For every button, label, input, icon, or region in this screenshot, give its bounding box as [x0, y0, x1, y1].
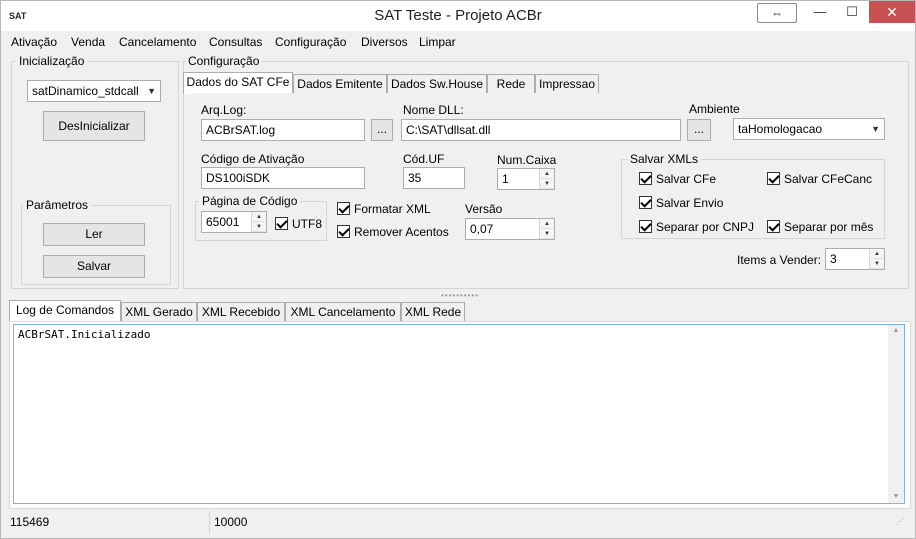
separar-cnpj-checkbox[interactable]: Separar por CNPJ: [639, 219, 754, 235]
checkbox-checked-icon: [275, 217, 288, 230]
checkbox-checked-icon: [767, 220, 780, 233]
pagina-codigo-label: Página de Código: [199, 194, 301, 208]
arq-log-input[interactable]: [201, 119, 365, 141]
formatar-xml-checkbox[interactable]: Formatar XML: [337, 201, 431, 217]
spin-up-icon[interactable]: ▲: [252, 212, 266, 222]
close-button[interactable]: ✕: [869, 1, 915, 23]
checkbox-checked-icon: [337, 202, 350, 215]
versao-label: Versão: [465, 202, 503, 216]
menu-cancelamento[interactable]: Cancelamento: [117, 32, 198, 52]
minimize-button[interactable]: —: [805, 1, 835, 23]
codigo-ativacao-label: Código de Ativação: [201, 152, 305, 166]
log-scrollbar[interactable]: ▲ ▼: [888, 325, 904, 503]
inicializacao-label: Inicialização: [16, 54, 88, 68]
checkbox-checked-icon: [639, 196, 652, 209]
spin-buttons[interactable]: ▲ ▼: [869, 249, 884, 269]
maximize-button[interactable]: ☐: [837, 1, 867, 23]
tab-xml-cancelamento[interactable]: XML Cancelamento: [285, 302, 401, 322]
separar-mes-checkbox[interactable]: Separar por mês: [767, 219, 873, 235]
configuracao-label: Configuração: [185, 54, 263, 68]
salvar-button[interactable]: Salvar: [43, 255, 145, 278]
checkbox-checked-icon: [767, 172, 780, 185]
tab-xml-rede[interactable]: XML Rede: [401, 302, 465, 322]
status-bar: 115469 10000 ⋰: [8, 511, 910, 533]
main-window: SAT SAT Teste - Projeto ACBr ⇔ — ☐ ✕ Ati…: [0, 0, 916, 539]
spin-down-icon[interactable]: ▼: [540, 229, 554, 239]
sat-model-combo[interactable]: satDinamico_stdcall ▼: [27, 80, 161, 102]
parametros-label: Parâmetros: [23, 198, 92, 212]
tab-log-comandos[interactable]: Log de Comandos: [9, 300, 121, 322]
nome-dll-input[interactable]: [401, 119, 681, 141]
checkbox-checked-icon: [639, 172, 652, 185]
sat-model-value: satDinamico_stdcall: [32, 84, 139, 98]
menu-venda[interactable]: Venda: [69, 32, 107, 52]
spin-down-icon[interactable]: ▼: [252, 222, 266, 232]
log-memo[interactable]: ACBrSAT.Inicializado: [13, 324, 905, 504]
ambiente-value: taHomologacao: [738, 122, 823, 136]
tab-impressao[interactable]: Impressao: [535, 74, 599, 94]
versao-spinner[interactable]: 0,07 ▲ ▼: [465, 218, 555, 240]
pagina-codigo-spinner[interactable]: 65001 ▲ ▼: [201, 211, 267, 233]
num-caixa-spinner[interactable]: 1 ▲ ▼: [497, 168, 555, 190]
ambiente-combo[interactable]: taHomologacao ▼: [733, 118, 885, 140]
menu-bar: Ativação Venda Cancelamento Consultas Co…: [9, 32, 909, 52]
desinicializar-button[interactable]: DesInicializar: [43, 111, 145, 141]
restore-icon[interactable]: ⇔: [757, 3, 797, 23]
pagina-codigo-value: 65001: [206, 215, 240, 229]
menu-limpar[interactable]: Limpar: [417, 32, 458, 52]
tab-xml-recebido[interactable]: XML Recebido: [197, 302, 285, 322]
cod-uf-input[interactable]: [403, 167, 465, 189]
num-caixa-label: Num.Caixa: [497, 153, 557, 167]
splitter-handle[interactable]: ••••••••••: [441, 292, 478, 300]
salvar-envio-checkbox[interactable]: Salvar Envio: [639, 195, 723, 211]
ambiente-label: Ambiente: [689, 102, 740, 116]
tab-xml-gerado[interactable]: XML Gerado: [121, 302, 197, 322]
codigo-ativacao-input[interactable]: [201, 167, 365, 189]
size-grip-icon[interactable]: ⋰: [896, 517, 904, 526]
chevron-down-icon: ▼: [147, 86, 156, 96]
items-vender-value: 3: [830, 252, 837, 266]
spin-buttons[interactable]: ▲ ▼: [251, 212, 266, 232]
menu-ativacao[interactable]: Ativação: [9, 32, 59, 52]
tab-dados-emitente[interactable]: Dados Emitente: [293, 74, 387, 94]
salvar-cfecanc-checkbox[interactable]: Salvar CFeCanc: [767, 171, 872, 187]
spin-up-icon[interactable]: ▲: [540, 169, 554, 179]
versao-value: 0,07: [470, 222, 494, 236]
arq-log-label: Arq.Log:: [201, 103, 247, 117]
utf8-checkbox[interactable]: UTF8: [275, 216, 322, 232]
log-text: ACBrSAT.Inicializado: [18, 328, 151, 341]
spin-up-icon[interactable]: ▲: [540, 219, 554, 229]
scroll-down-icon[interactable]: ▼: [888, 491, 904, 503]
spin-buttons[interactable]: ▲ ▼: [539, 169, 554, 189]
nome-dll-label: Nome DLL:: [403, 103, 464, 117]
status-cell-1: 115469: [10, 511, 210, 533]
salvar-xmls-label: Salvar XMLs: [627, 152, 702, 166]
items-vender-label: Items a Vender:: [737, 253, 822, 267]
tab-rede[interactable]: Rede: [487, 74, 535, 94]
salvar-cfe-checkbox[interactable]: Salvar CFe: [639, 171, 716, 187]
cod-uf-label: Cód.UF: [403, 152, 445, 166]
title-bar: SAT SAT Teste - Projeto ACBr ⇔ — ☐ ✕: [1, 1, 915, 31]
tab-dados-sat-cfe[interactable]: Dados do SAT CFe: [183, 72, 293, 94]
checkbox-checked-icon: [337, 225, 350, 238]
status-cell-2: 10000: [214, 515, 248, 529]
spin-down-icon[interactable]: ▼: [540, 179, 554, 189]
num-caixa-value: 1: [502, 172, 509, 186]
remover-acentos-checkbox[interactable]: Remover Acentos: [337, 224, 449, 240]
menu-diversos[interactable]: Diversos: [359, 32, 410, 52]
items-vender-spinner[interactable]: 3 ▲ ▼: [825, 248, 885, 270]
menu-consultas[interactable]: Consultas: [207, 32, 264, 52]
arq-log-browse-button[interactable]: ...: [371, 119, 393, 141]
scroll-up-icon[interactable]: ▲: [888, 325, 904, 337]
spin-buttons[interactable]: ▲ ▼: [539, 219, 554, 239]
ler-button[interactable]: Ler: [43, 223, 145, 246]
chevron-down-icon: ▼: [871, 124, 880, 134]
checkbox-checked-icon: [639, 220, 652, 233]
spin-down-icon[interactable]: ▼: [870, 259, 884, 269]
tab-dados-sw-house[interactable]: Dados Sw.House: [387, 74, 487, 94]
nome-dll-browse-button[interactable]: ...: [687, 119, 711, 141]
menu-configuracao[interactable]: Configuração: [273, 32, 348, 52]
spin-up-icon[interactable]: ▲: [870, 249, 884, 259]
